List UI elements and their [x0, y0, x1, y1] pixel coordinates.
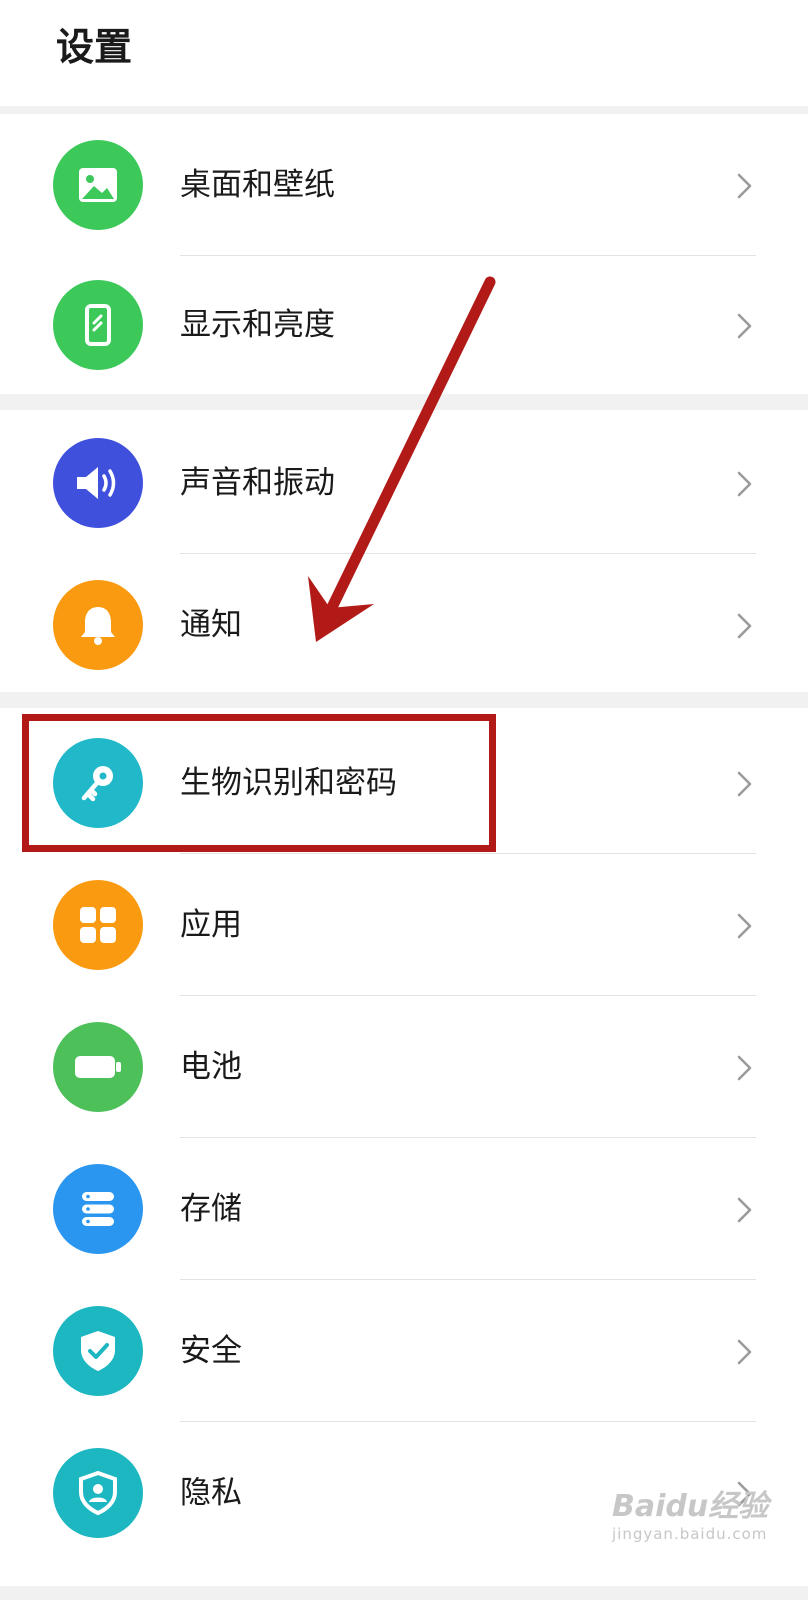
settings-item-label: 电池	[180, 1049, 242, 1085]
chevron-right-icon	[737, 173, 752, 199]
settings-item-label: 声音和振动	[180, 465, 335, 501]
settings-item-notifications[interactable]: 通知	[0, 554, 808, 696]
chevron-right-icon	[737, 913, 752, 939]
settings-group-sound: 声音和振动 通知	[0, 410, 808, 692]
section-gap	[0, 106, 808, 114]
chevron-right-icon	[737, 1197, 752, 1223]
settings-item-display-brightness[interactable]: 显示和亮度	[0, 254, 808, 396]
settings-item-security[interactable]: 安全	[0, 1280, 808, 1422]
page-title: 设置	[56, 25, 133, 69]
section-gap	[0, 1586, 808, 1600]
watermark-brand: Baidu经验	[612, 1489, 769, 1524]
chevron-right-icon	[737, 471, 752, 497]
settings-item-apps[interactable]: 应用	[0, 854, 808, 996]
settings-item-sound-vibration[interactable]: 声音和振动	[0, 412, 808, 554]
privacy-shield-icon	[53, 1448, 143, 1538]
speaker-icon	[53, 438, 143, 528]
chevron-right-icon	[737, 771, 752, 797]
settings-item-label: 通知	[180, 607, 242, 643]
battery-icon	[53, 1022, 143, 1112]
settings-item-label: 显示和亮度	[180, 307, 335, 343]
chevron-right-icon	[737, 613, 752, 639]
chevron-right-icon	[737, 313, 752, 339]
chevron-right-icon	[737, 1339, 752, 1365]
settings-item-battery[interactable]: 电池	[0, 996, 808, 1138]
settings-item-label: 存储	[180, 1191, 242, 1227]
shield-check-icon	[53, 1306, 143, 1396]
settings-item-label: 应用	[180, 907, 242, 943]
highlight-box	[22, 714, 496, 852]
phone-display-icon	[53, 280, 143, 370]
settings-item-desktop-wallpaper[interactable]: 桌面和壁纸	[0, 114, 808, 256]
storage-icon	[53, 1164, 143, 1254]
watermark-domain: jingyan.baidu.com	[612, 1525, 768, 1543]
settings-item-label: 桌面和壁纸	[180, 167, 335, 203]
header: 设置	[0, 0, 808, 108]
bell-icon	[53, 580, 143, 670]
settings-group-display: 桌面和壁纸 显示和亮度	[0, 114, 808, 394]
baidu-watermark: Baidu经验 jingyan.baidu.com	[612, 1490, 792, 1560]
section-gap	[0, 394, 808, 410]
image-icon	[53, 140, 143, 230]
settings-item-storage[interactable]: 存储	[0, 1138, 808, 1280]
apps-grid-icon	[53, 880, 143, 970]
settings-item-label: 安全	[180, 1333, 242, 1369]
chevron-right-icon	[737, 1055, 752, 1081]
settings-item-label: 隐私	[180, 1475, 242, 1511]
